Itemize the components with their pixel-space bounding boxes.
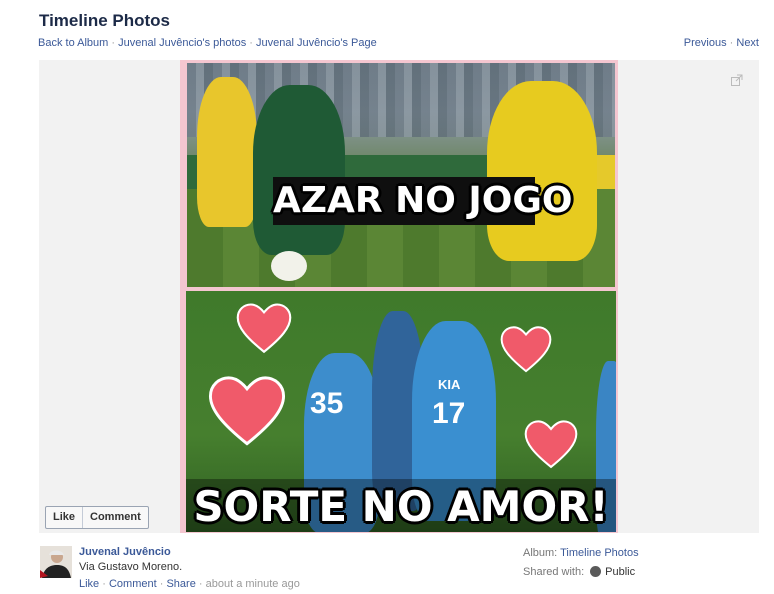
author-link[interactable]: Juvenal Juvêncio xyxy=(79,546,171,558)
post-actions: Like · Comment · Share · about a minute … xyxy=(79,578,300,590)
post-like-link[interactable]: Like xyxy=(79,578,99,590)
back-to-album-link[interactable]: Back to Album xyxy=(38,37,108,49)
heart-icon xyxy=(524,420,578,469)
photo-panel-soccer-match: AZAR NO JOGO xyxy=(187,63,615,287)
caption-bottom: SORTE NO AMOR! xyxy=(186,479,616,532)
page-title: Timeline Photos xyxy=(39,11,170,30)
photo-stage: AZAR NO JOGO 35 KIA 17 SORTE NO AMOR! xyxy=(39,60,759,533)
post-comment-link[interactable]: Comment xyxy=(109,578,157,590)
jersey-number-left: 35 xyxy=(310,387,344,420)
heart-icon xyxy=(236,303,292,354)
avatar-image xyxy=(40,546,72,578)
next-link[interactable]: Next xyxy=(736,37,759,49)
timestamp-link[interactable]: about a minute ago xyxy=(206,578,300,590)
separator: · xyxy=(111,37,116,49)
avatar[interactable] xyxy=(40,546,72,578)
heart-icon xyxy=(500,326,552,373)
privacy-info: Shared with: Public xyxy=(523,566,635,578)
separator: · xyxy=(102,578,106,590)
separator: · xyxy=(159,578,164,590)
album-info: Album: Timeline Photos xyxy=(523,547,639,559)
separator: · xyxy=(198,578,203,590)
heart-icon xyxy=(208,376,286,446)
soccer-ball xyxy=(271,251,307,281)
timeline-photo[interactable]: AZAR NO JOGO 35 KIA 17 SORTE NO AMOR! xyxy=(180,60,618,533)
separator: · xyxy=(249,37,253,49)
like-comment-bar: Like Comment xyxy=(45,506,149,529)
caption-top: AZAR NO JOGO xyxy=(273,177,573,225)
post-description: Via Gustavo Moreno. xyxy=(79,561,183,573)
previous-link[interactable]: Previous xyxy=(684,37,727,49)
album-link[interactable]: Timeline Photos xyxy=(560,547,638,559)
separator: · xyxy=(729,37,734,49)
photo-panel-players: 35 KIA 17 SORTE NO AMOR! xyxy=(186,291,616,532)
comment-button[interactable]: Comment xyxy=(83,507,148,528)
expand-icon[interactable] xyxy=(731,74,743,86)
shared-with-label: Shared with: xyxy=(523,566,585,578)
photo-navigation: Previous · Next xyxy=(684,37,759,49)
user-page-link[interactable]: Juvenal Juvêncio's Page xyxy=(256,37,377,49)
globe-icon[interactable] xyxy=(590,566,602,577)
user-photos-link[interactable]: Juvenal Juvêncio's photos xyxy=(118,37,246,49)
album-label: Album: xyxy=(523,547,558,559)
player-yellow-right xyxy=(487,81,597,261)
privacy-value[interactable]: Public xyxy=(605,566,635,578)
breadcrumb: Back to Album · Juvenal Juvêncio's photo… xyxy=(38,37,377,49)
player-green xyxy=(253,85,345,255)
like-button[interactable]: Like xyxy=(46,507,82,528)
jersey-number-right: 17 xyxy=(432,397,466,430)
sponsor-label: KIA xyxy=(438,377,461,392)
post-share-link[interactable]: Share xyxy=(166,578,195,590)
player-yellow-left xyxy=(197,77,257,227)
